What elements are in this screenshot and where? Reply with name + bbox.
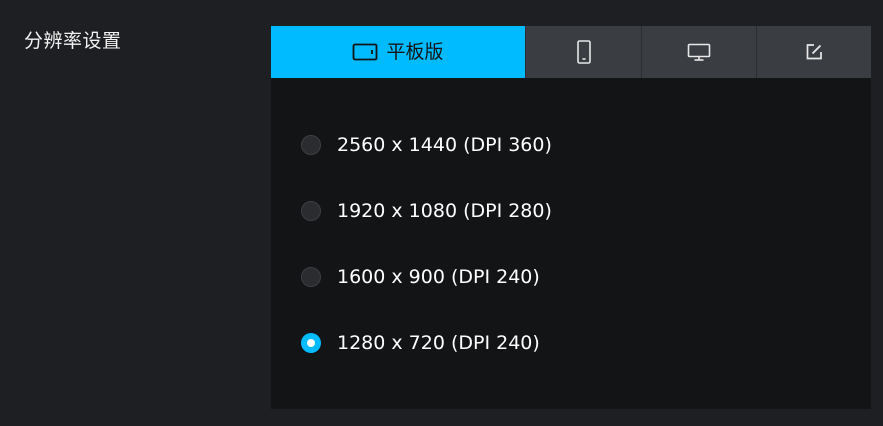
radio-button-unselected[interactable] — [301, 267, 321, 287]
monitor-icon — [687, 42, 711, 62]
tab-tablet[interactable]: 平板版 — [271, 26, 525, 78]
resolution-option-label: 2560 x 1440 (DPI 360) — [337, 134, 552, 156]
resolution-option-2560x1440[interactable]: 2560 x 1440 (DPI 360) — [301, 130, 552, 160]
tab-desktop[interactable] — [641, 26, 756, 78]
resolution-option-label: 1280 x 720 (DPI 240) — [337, 332, 540, 354]
radio-button-unselected[interactable] — [301, 201, 321, 221]
radio-button-selected[interactable] — [301, 333, 321, 353]
resolution-option-label: 1600 x 900 (DPI 240) — [337, 266, 540, 288]
tab-phone[interactable] — [525, 26, 641, 78]
phone-icon — [576, 40, 592, 64]
resolution-options-panel: 2560 x 1440 (DPI 360) 1920 x 1080 (DPI 2… — [271, 78, 871, 409]
resolution-option-1920x1080[interactable]: 1920 x 1080 (DPI 280) — [301, 196, 552, 226]
resolution-option-1280x720[interactable]: 1280 x 720 (DPI 240) — [301, 328, 540, 358]
device-tab-bar: 平板版 — [271, 26, 871, 78]
resolution-settings-label: 分辨率设置 — [24, 30, 122, 52]
tablet-icon — [352, 42, 378, 62]
tab-custom[interactable] — [756, 26, 871, 78]
resolution-option-label: 1920 x 1080 (DPI 280) — [337, 200, 552, 222]
radio-button-unselected[interactable] — [301, 135, 321, 155]
edit-icon — [804, 42, 824, 62]
resolution-option-1600x900[interactable]: 1600 x 900 (DPI 240) — [301, 262, 540, 292]
tab-tablet-label: 平板版 — [386, 41, 444, 63]
